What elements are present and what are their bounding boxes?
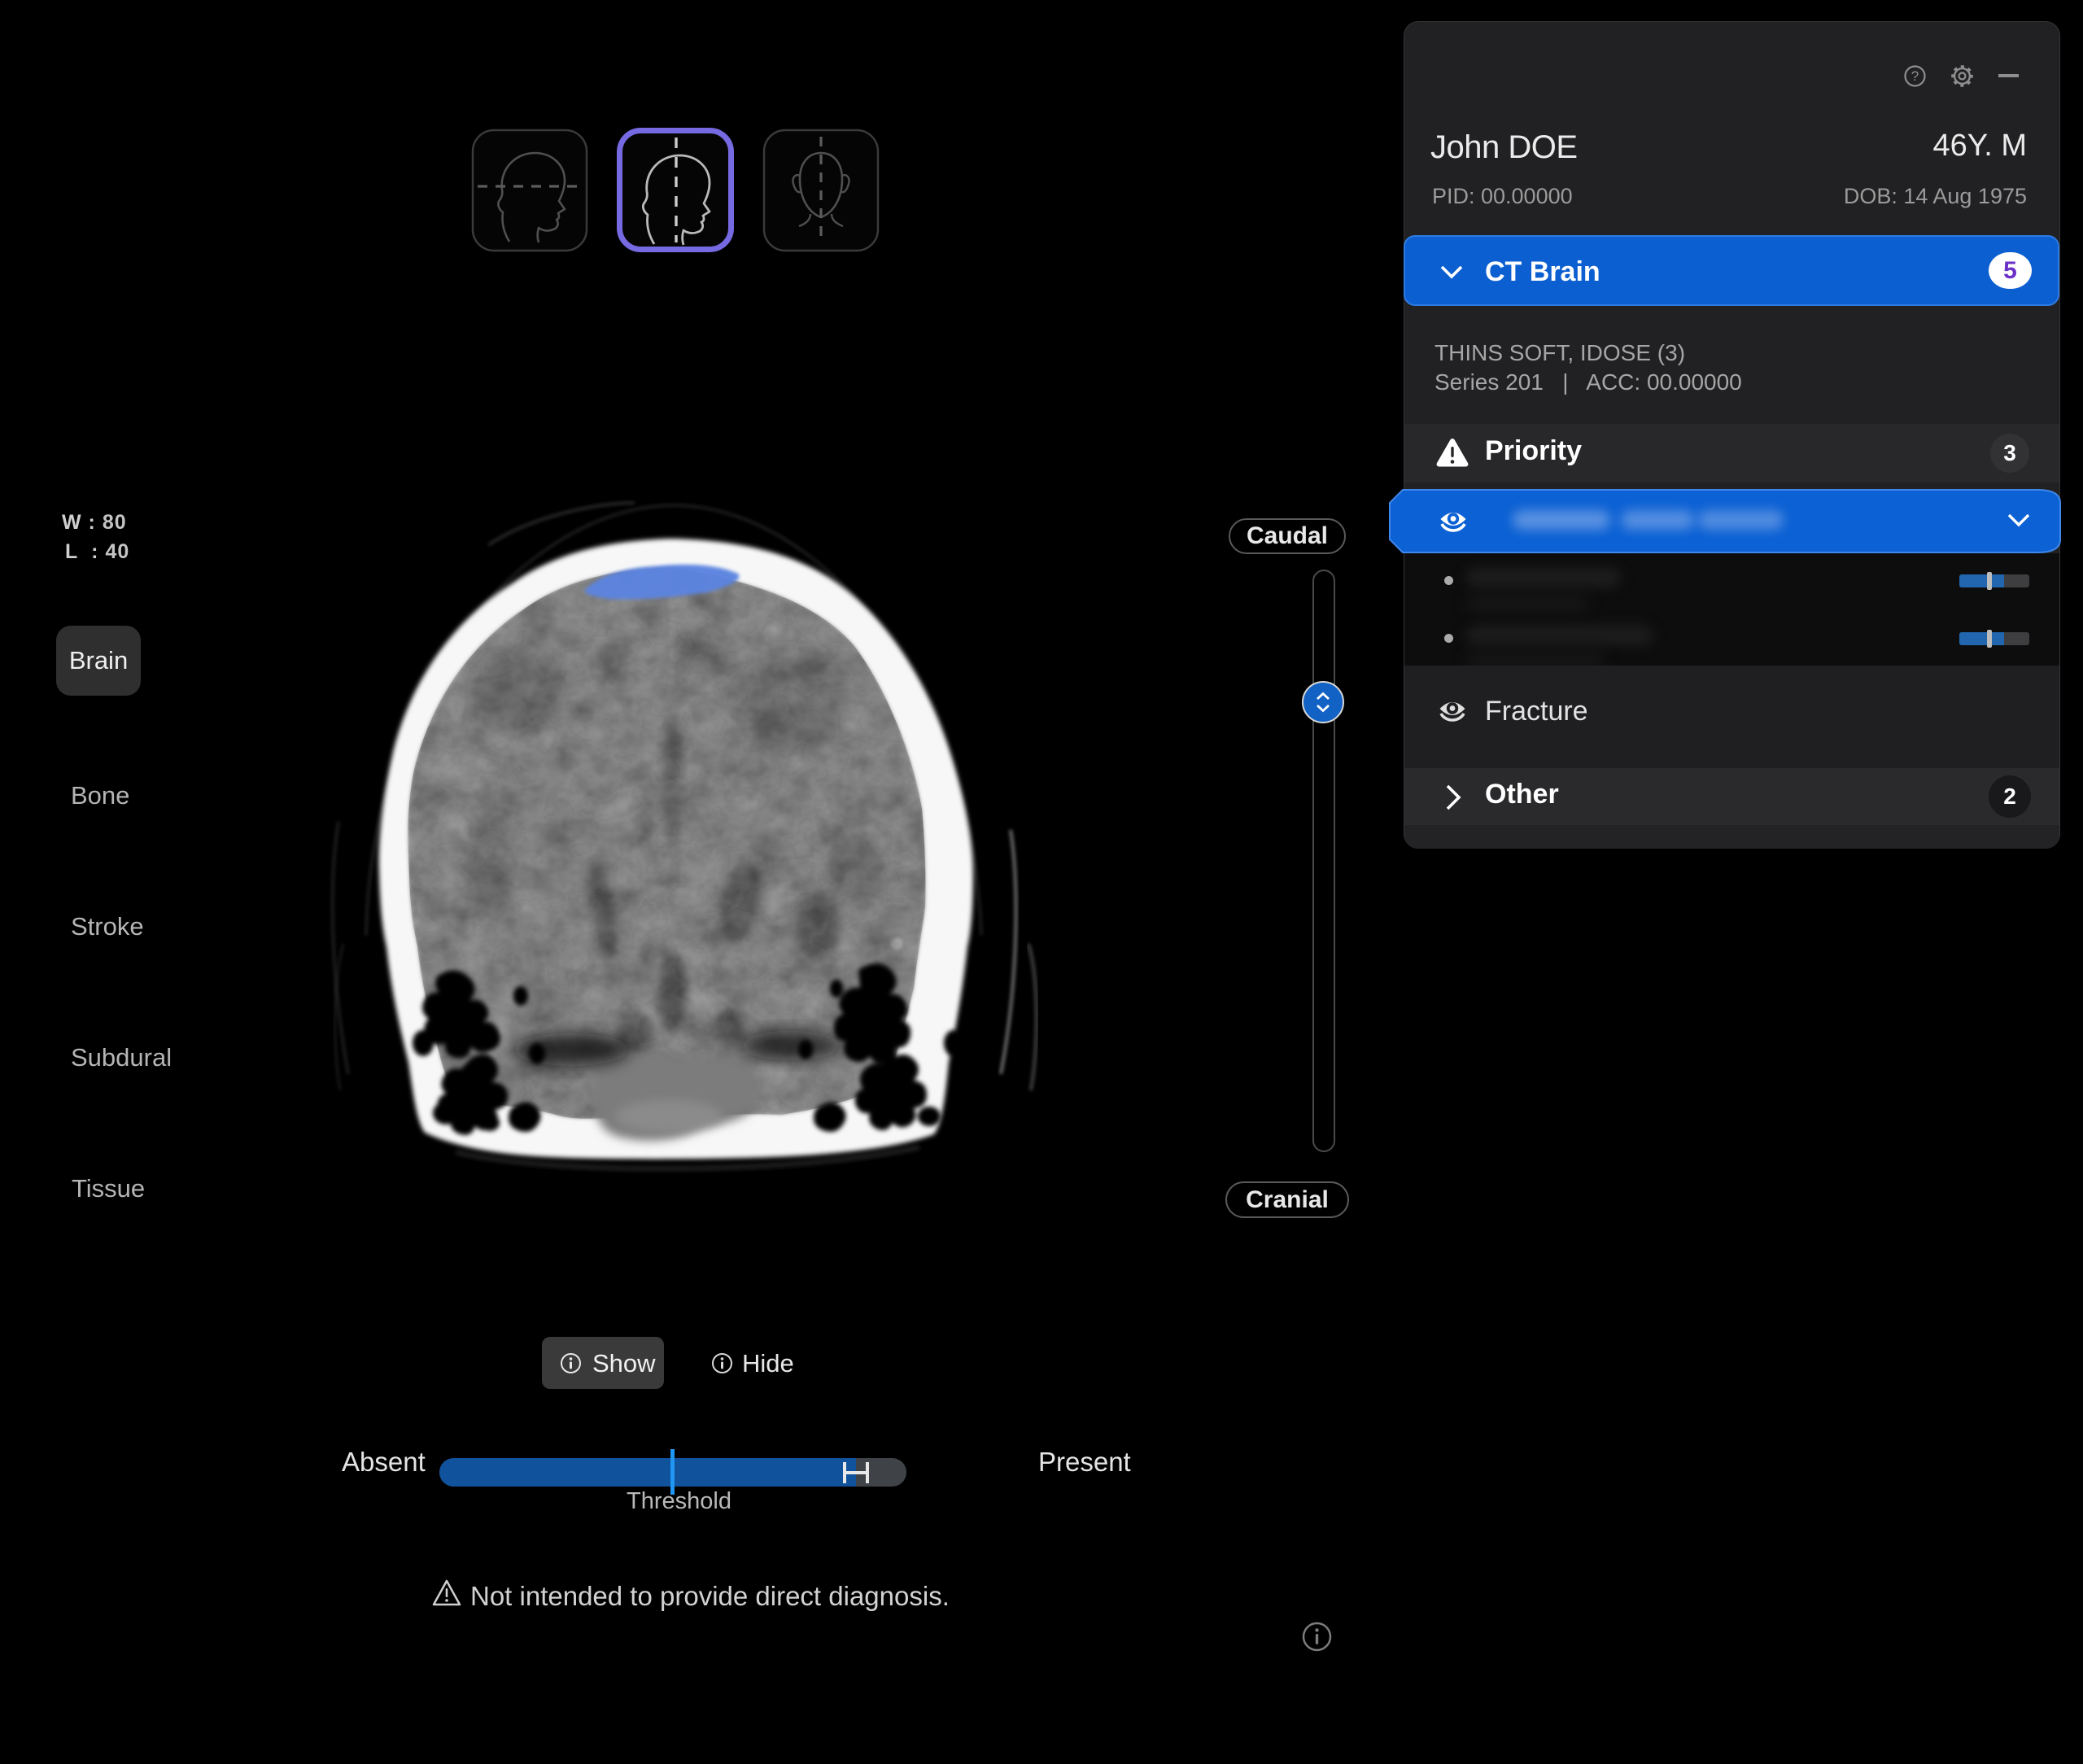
svg-text:?: ? xyxy=(1911,68,1919,84)
